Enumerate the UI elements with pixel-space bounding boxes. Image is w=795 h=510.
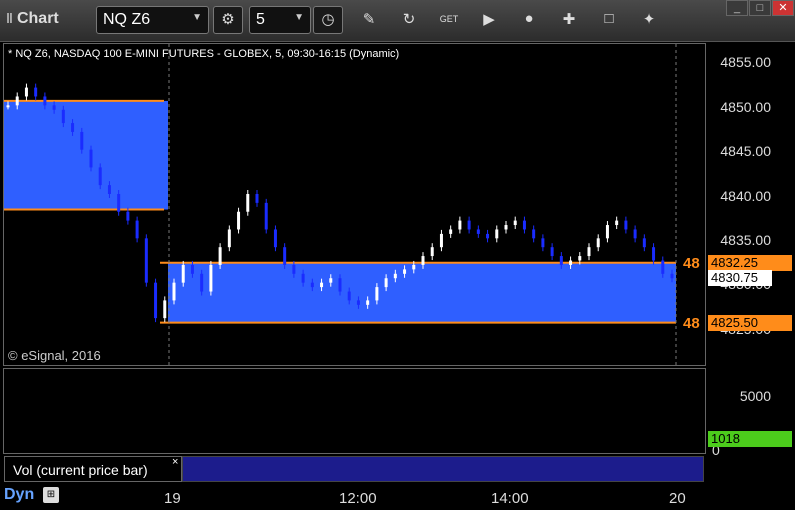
volume-study-title[interactable]: Vol (current price bar) <box>4 456 182 482</box>
candle-body <box>633 229 637 239</box>
candle-body <box>209 264 213 292</box>
candle-body <box>393 273 397 279</box>
study-bar <box>182 456 704 482</box>
candle-body <box>439 233 443 248</box>
candle-body <box>421 256 425 265</box>
candle-body <box>246 194 250 212</box>
x-tick: 19 <box>164 490 181 507</box>
price-tag-current: 4830.75 <box>708 270 772 286</box>
y-tick: 4840.00 <box>720 188 771 204</box>
candle-body <box>449 229 453 234</box>
x-tick: 12:00 <box>339 490 377 507</box>
x-tick: 14:00 <box>491 490 529 507</box>
candle-body <box>43 96 47 106</box>
candle-body <box>190 264 194 274</box>
dyn-label[interactable]: Dyn <box>4 486 34 504</box>
left-tag-upper: 48 <box>683 255 700 272</box>
chart-header: * NQ Z6, NASDAQ 100 E-MINI FUTURES - GLO… <box>8 48 400 60</box>
volume-panel[interactable] <box>3 368 706 454</box>
candle-body <box>292 264 296 274</box>
candle-body <box>356 300 360 305</box>
candle-body <box>559 256 563 265</box>
candle-body <box>467 220 471 230</box>
zone-band-lower <box>168 262 676 323</box>
candle-body <box>126 211 130 221</box>
candle-body <box>403 269 407 274</box>
candle-body <box>163 300 167 319</box>
candle-body <box>200 273 204 292</box>
candle-body <box>338 278 342 292</box>
candle-body <box>227 229 231 248</box>
y-tick: 4835.00 <box>720 232 771 248</box>
candle-body <box>218 247 222 265</box>
candle-body <box>117 194 121 212</box>
candle-body <box>605 225 609 239</box>
candle-body <box>320 282 324 288</box>
candle-body <box>504 225 508 230</box>
vol-y-tick: 5000 <box>739 388 771 404</box>
candle-body <box>375 287 379 301</box>
price-tag-upper: 4832.25 <box>708 255 792 271</box>
candle-body <box>80 131 84 150</box>
candle-body <box>661 260 665 274</box>
y-tick: 4845.00 <box>720 143 771 159</box>
candle-body <box>283 247 287 265</box>
candle-body <box>144 238 148 283</box>
candle-body <box>652 247 656 261</box>
candle-body <box>541 238 545 248</box>
x-tick: 20 <box>669 490 686 507</box>
candle-body <box>642 238 646 248</box>
candle-body <box>6 105 10 108</box>
candle-body <box>430 247 434 257</box>
y-tick: 4855.00 <box>720 54 771 70</box>
candle-body <box>522 220 526 230</box>
candle-body <box>587 247 591 257</box>
candle-body <box>329 278 333 283</box>
candle-body <box>486 233 490 239</box>
candle-body <box>578 256 582 261</box>
candle-body <box>107 185 111 194</box>
candle-body <box>301 273 305 283</box>
candle-body <box>181 264 185 283</box>
candle-body <box>569 260 573 265</box>
candle-body <box>52 105 56 110</box>
candle-body <box>24 87 28 97</box>
candle-body <box>89 149 93 168</box>
price-tag-lower: 4825.50 <box>708 315 792 331</box>
left-tag-lower: 48 <box>683 315 700 332</box>
candle-body <box>237 211 241 230</box>
candle-body <box>310 282 314 288</box>
candle-body <box>34 87 38 97</box>
candle-body <box>71 123 75 132</box>
candle-body <box>513 220 517 226</box>
candle-body <box>15 96 19 106</box>
candle-body <box>98 167 102 186</box>
close-study-icon[interactable]: × <box>172 456 178 468</box>
candle-body <box>273 229 277 248</box>
candle-body <box>596 238 600 248</box>
candle-body <box>615 220 619 226</box>
candle-body <box>264 202 268 230</box>
candle-body <box>550 247 554 257</box>
volume-current-tag: 1018 <box>708 431 792 447</box>
candle-body <box>366 300 370 305</box>
candle-body <box>172 282 176 301</box>
candle-body <box>154 282 158 319</box>
y-tick: 4850.00 <box>720 99 771 115</box>
candle-body <box>255 194 259 203</box>
candle-body <box>624 220 628 230</box>
candle-body <box>135 220 139 239</box>
candle-body <box>412 264 416 270</box>
candle-body <box>61 109 65 124</box>
candle-body <box>347 291 351 301</box>
candle-body <box>476 229 480 234</box>
candle-body <box>495 229 499 239</box>
dyn-settings-icon[interactable]: ⊞ <box>43 487 59 503</box>
zone-band-upper <box>4 100 168 210</box>
candle-body <box>670 273 674 279</box>
candle-body <box>384 278 388 288</box>
candle-body <box>532 229 536 239</box>
candle-body <box>458 220 462 230</box>
copyright: © eSignal, 2016 <box>8 348 101 363</box>
